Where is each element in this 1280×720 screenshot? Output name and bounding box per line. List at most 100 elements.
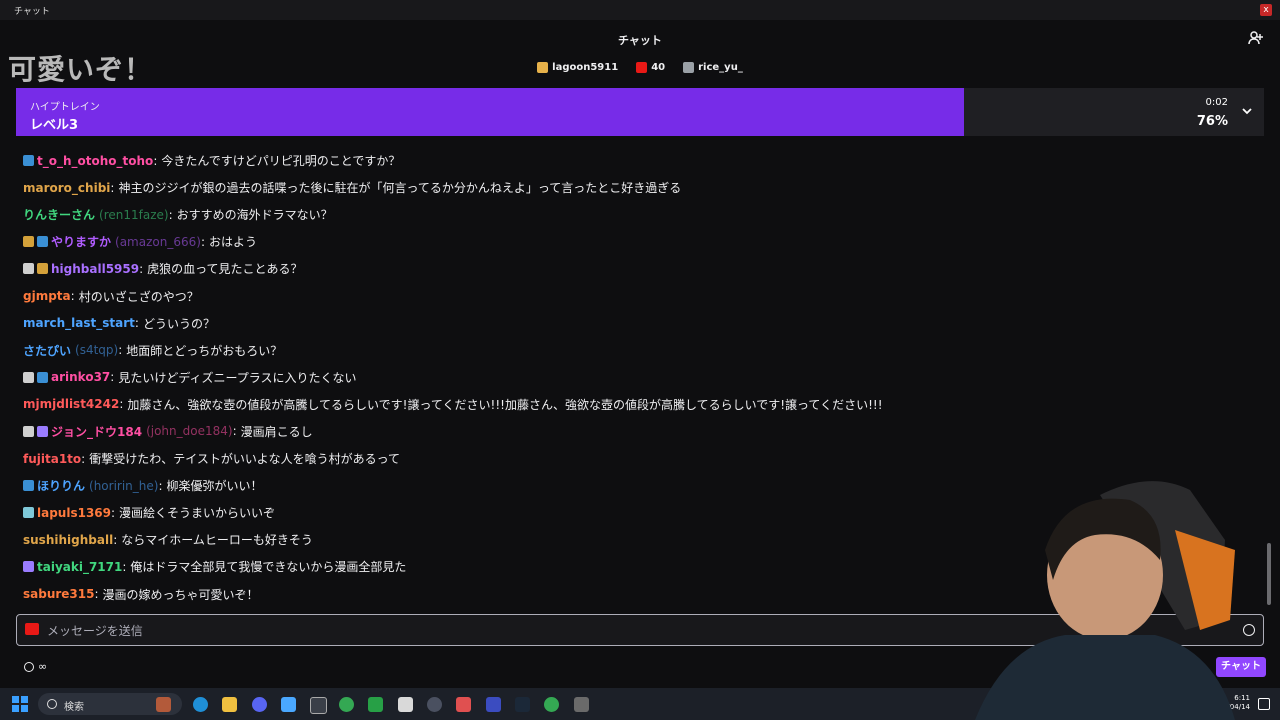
- chat-message-text: 虎狼の血って見たことある？: [147, 262, 303, 277]
- user-badge-icon[interactable]: [23, 507, 34, 519]
- chat-separator: :: [70, 289, 75, 304]
- chat-username[interactable]: march_last_start: [23, 316, 135, 330]
- notification-icon[interactable]: [1258, 698, 1270, 710]
- x-icon[interactable]: [398, 697, 413, 712]
- streamer-webcam: [975, 481, 1235, 720]
- chat-message[interactable]: やりますか (amazon_666): おはよう: [23, 228, 1243, 255]
- excel-icon[interactable]: [368, 697, 383, 712]
- chat-username[interactable]: arinko37: [51, 370, 110, 384]
- top-gifter-name: rice_yu_: [698, 62, 743, 73]
- discord-icon[interactable]: [252, 697, 267, 712]
- chat-message[interactable]: march_last_start: どういうの？: [23, 310, 1243, 337]
- close-button[interactable]: x: [1260, 4, 1272, 16]
- chat-username[interactable]: さたぴい: [23, 342, 71, 359]
- channel-points[interactable]: ∞: [24, 660, 47, 673]
- chat-message[interactable]: mjmjdlist4242: 加藤さん、強欲な壺の値段が高騰してるらしいです!譲っ…: [23, 391, 1243, 418]
- obs-icon[interactable]: [310, 697, 327, 714]
- chat-message[interactable]: ジョン_ドウ184 (john_doe184): 漫画肩こるし: [23, 418, 1243, 445]
- user-badge-icon[interactable]: [37, 425, 48, 437]
- chevron-down-icon[interactable]: [1240, 104, 1254, 118]
- chat-message[interactable]: arinko37: 見たいけどディズニープラスに入りたくない: [23, 364, 1243, 391]
- window-titlebar: チャット x: [0, 0, 1280, 20]
- chat-username[interactable]: highball5959: [51, 262, 139, 276]
- chat-message[interactable]: gjmpta: 村のいざこざのやつ？: [23, 282, 1243, 309]
- chat-username[interactable]: maroro_chibi: [23, 181, 110, 195]
- chat-separator: :: [122, 559, 127, 574]
- widgets-icon[interactable]: [156, 697, 171, 712]
- hype-train-banner[interactable]: ハイプトレイン レベル3 0:02 76%: [16, 88, 1264, 136]
- window-title: チャット: [14, 7, 50, 17]
- chat-username[interactable]: fujita1to: [23, 452, 81, 466]
- channel-points-value: ∞: [38, 660, 48, 673]
- top-gifter[interactable]: rice_yu_: [683, 62, 743, 73]
- chat-username[interactable]: t_o_h_otoho_toho: [37, 154, 153, 168]
- emote-picker-icon[interactable]: [1243, 624, 1255, 636]
- chat-send-button[interactable]: チャット: [1216, 657, 1266, 677]
- chat-username-login[interactable]: (ren11faze): [99, 208, 169, 222]
- chat-message-text: 神主のジジイが銀の過去の話喋った後に駐在が「何言ってるか分かんねえよ」って言った…: [118, 181, 682, 196]
- app-icon-2[interactable]: [456, 697, 471, 712]
- notepad-icon[interactable]: [281, 697, 296, 712]
- chat-username[interactable]: gjmpta: [23, 289, 71, 303]
- app-icon-3[interactable]: [486, 697, 501, 712]
- user-badge-icon[interactable]: [23, 425, 34, 437]
- hype-train-percent: 76%: [1196, 114, 1228, 129]
- user-badge-icon[interactable]: [37, 236, 48, 248]
- user-badge-icon[interactable]: [23, 263, 34, 275]
- app-icon-4[interactable]: [574, 697, 589, 712]
- chat-username-login[interactable]: (s4tqp): [75, 343, 118, 357]
- file-explorer-icon[interactable]: [222, 697, 237, 712]
- chat-username[interactable]: ほりりん: [37, 477, 85, 494]
- chat-separator: :: [81, 451, 86, 466]
- chat-username[interactable]: mjmjdlist4242: [23, 397, 119, 411]
- top-gifter[interactable]: 40: [636, 62, 665, 73]
- chat-separator: :: [139, 261, 144, 276]
- chat-message-text: おはよう: [208, 235, 257, 250]
- chat-header-title: チャット: [618, 34, 662, 47]
- chrome-icon-2[interactable]: [544, 697, 559, 712]
- chat-message-text: おすすめの海外ドラマない？: [176, 208, 333, 223]
- camera-icon: [25, 623, 39, 635]
- chat-username[interactable]: りんきーさん: [23, 206, 95, 223]
- chat-username-login[interactable]: (john_doe184): [146, 424, 233, 438]
- community-icon[interactable]: [1248, 30, 1264, 46]
- top-gifter[interactable]: lagoon5911: [537, 62, 618, 73]
- chat-username-login[interactable]: (amazon_666): [115, 235, 201, 249]
- chat-username[interactable]: taiyaki_7171: [37, 560, 122, 574]
- chat-message-text: 漫画の嫁めっちゃ可愛いぞ！: [102, 587, 259, 602]
- chat-message-text: 地面師とどっちがおもろい？: [126, 343, 283, 358]
- chat-message[interactable]: t_o_h_otoho_toho: 今きたんですけどパリピ孔明のことですか？: [23, 147, 1243, 174]
- user-badge-icon[interactable]: [23, 480, 34, 492]
- chat-message[interactable]: fujita1to: 衝撃受けたわ、テイストがいいよな人を喰う村があるって: [23, 445, 1243, 472]
- chrome-icon[interactable]: [339, 697, 354, 712]
- chat-scrollbar[interactable]: [1267, 543, 1271, 605]
- chat-username[interactable]: sabure315: [23, 587, 94, 601]
- taskbar-search-label: 検索: [64, 702, 84, 713]
- chat-separator: :: [111, 505, 116, 520]
- hype-train-level: レベル3: [30, 118, 79, 133]
- steam-icon[interactable]: [515, 697, 530, 712]
- chat-username[interactable]: ジョン_ドウ184: [51, 423, 142, 440]
- user-badge-icon[interactable]: [37, 263, 48, 275]
- windows-start-icon[interactable]: [12, 696, 28, 712]
- user-badge-icon[interactable]: [23, 371, 34, 383]
- chat-message[interactable]: highball5959: 虎狼の血って見たことある？: [23, 255, 1243, 282]
- chat-separator: :: [118, 343, 123, 358]
- chat-username[interactable]: sushihighball: [23, 533, 113, 547]
- app-icon-1[interactable]: [427, 697, 442, 712]
- user-badge-icon[interactable]: [37, 371, 48, 383]
- hype-train-label: ハイプトレイン: [30, 102, 100, 113]
- user-badge-icon[interactable]: [23, 155, 34, 167]
- user-badge-icon[interactable]: [23, 561, 34, 573]
- chat-username-login[interactable]: (horirin_he): [89, 479, 158, 493]
- gift-icon: [683, 62, 695, 73]
- chat-username[interactable]: やりますか: [51, 233, 111, 250]
- user-badge-icon[interactable]: [23, 236, 34, 248]
- top-gifter-name: lagoon5911: [552, 62, 619, 73]
- edge-icon[interactable]: [193, 697, 208, 712]
- chat-message[interactable]: maroro_chibi: 神主のジジイが銀の過去の話喋った後に駐在が「何言ってる…: [23, 174, 1243, 201]
- chat-separator: :: [168, 207, 173, 222]
- chat-message[interactable]: りんきーさん (ren11faze): おすすめの海外ドラマない？: [23, 201, 1243, 228]
- chat-username[interactable]: lapuls1369: [37, 506, 111, 520]
- chat-message[interactable]: さたぴい (s4tqp): 地面師とどっちがおもろい？: [23, 337, 1243, 364]
